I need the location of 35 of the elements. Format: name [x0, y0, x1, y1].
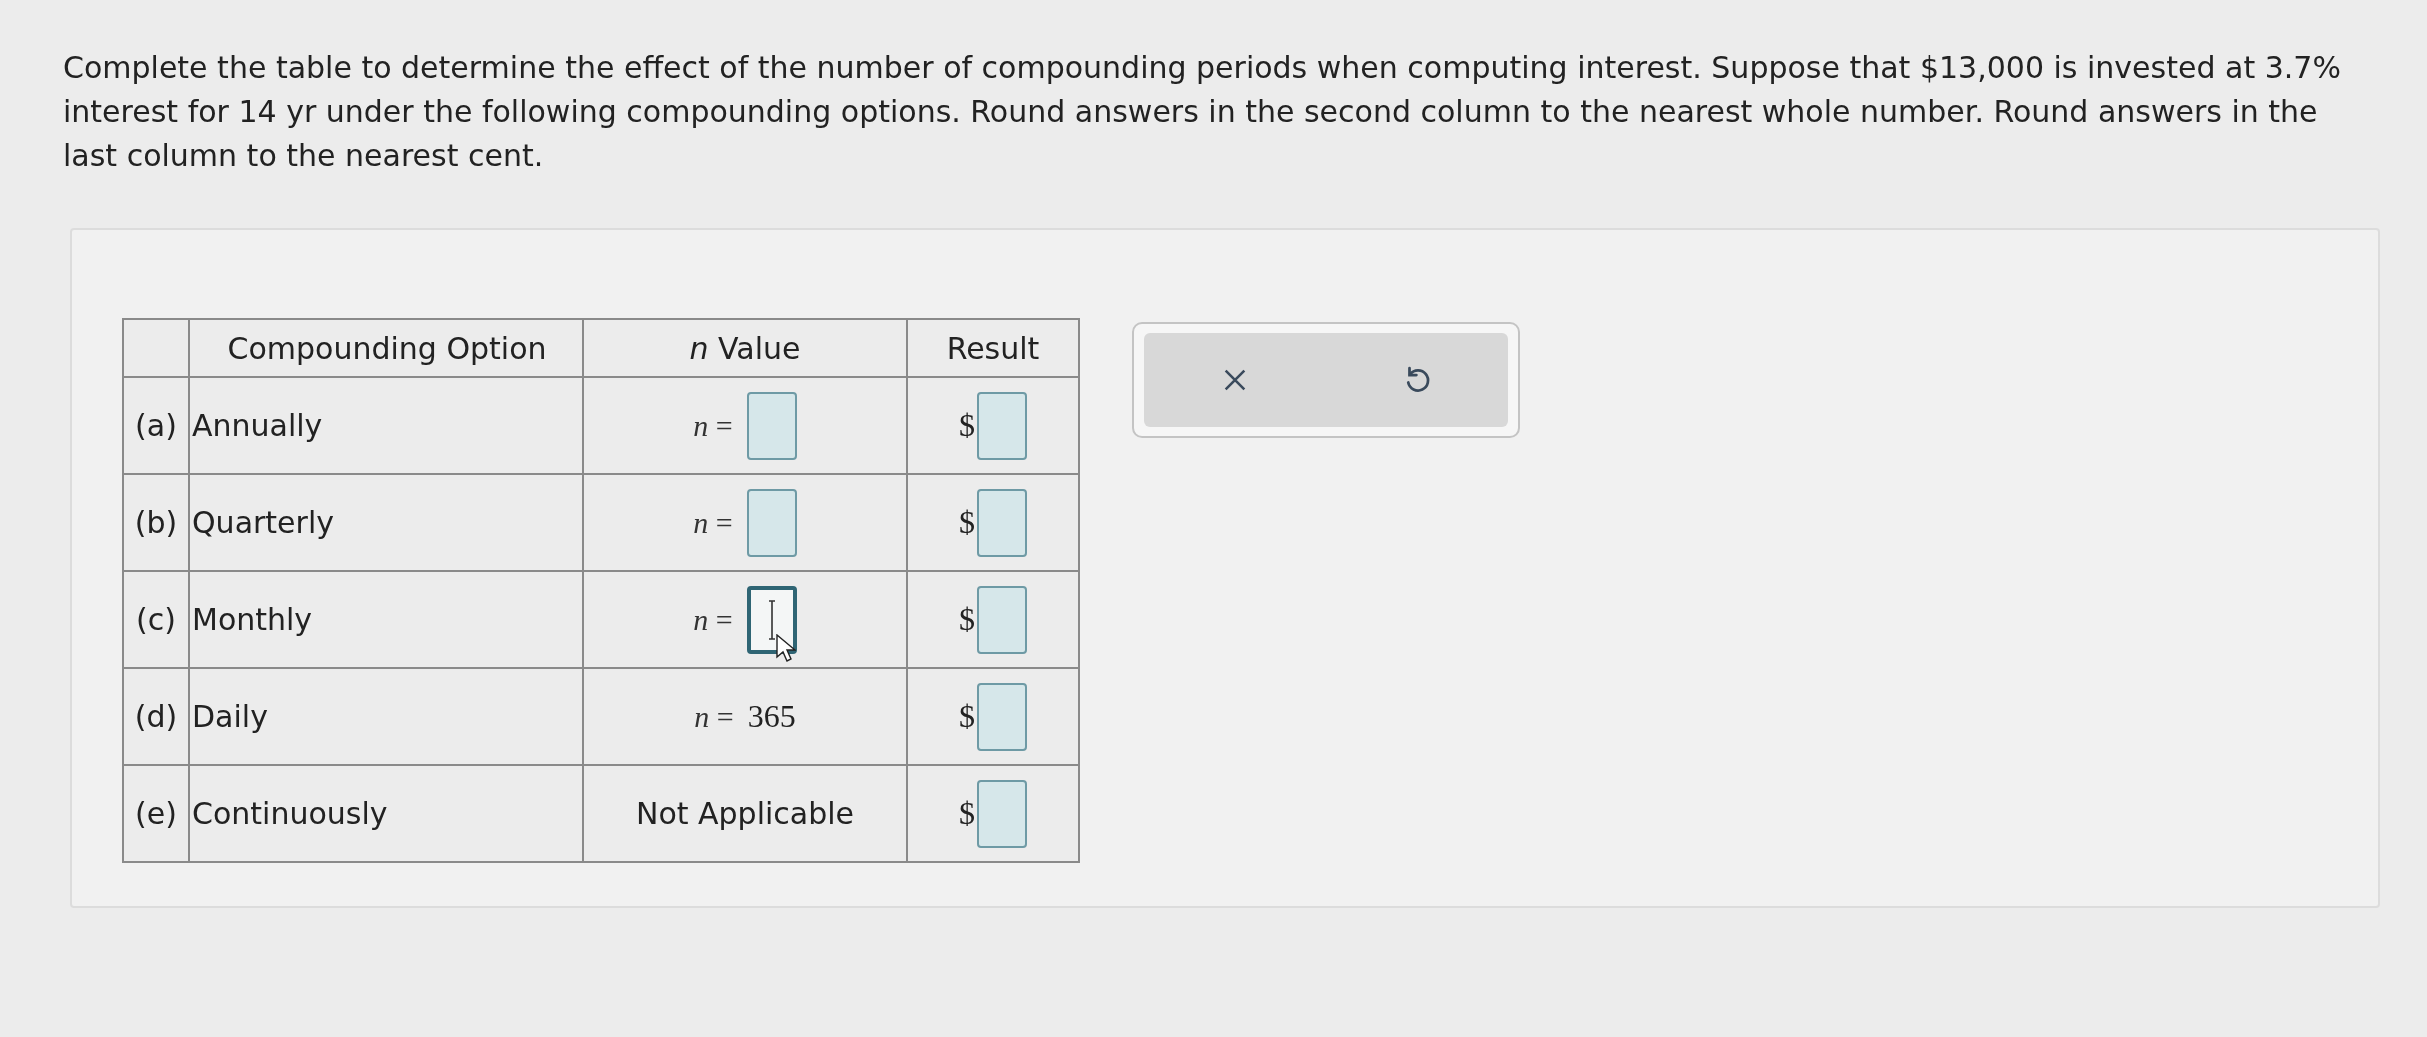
answer-field[interactable] [977, 779, 1027, 848]
answer-field[interactable] [746, 391, 797, 460]
not-applicable-text: Not Applicable [635, 796, 855, 831]
option-cell: Quarterly [189, 474, 583, 571]
column-header: Compounding Option [189, 319, 583, 377]
option-cell: Continuously [189, 765, 583, 862]
dollar-sign: $ [959, 698, 975, 735]
row-letter: (d) [123, 668, 189, 765]
row-letter: (e) [123, 765, 189, 862]
dollar-sign: $ [959, 795, 975, 832]
n-equals: n = [693, 408, 733, 443]
n-equals: n = [693, 602, 733, 637]
table-header-cell [123, 319, 189, 377]
option-cell: Daily [189, 668, 583, 765]
dollar-sign: $ [959, 504, 975, 541]
answer-field[interactable] [977, 682, 1027, 751]
dollar-sign: $ [959, 601, 975, 638]
answer-field[interactable] [977, 585, 1027, 654]
text-cursor-icon [766, 599, 777, 640]
row-letter: (c) [123, 571, 189, 668]
n-equals: n = [693, 505, 733, 540]
column-header: n Value [583, 319, 907, 377]
n-value: 365 [747, 698, 796, 735]
option-cell: Annually [189, 377, 583, 474]
answer-field[interactable] [977, 488, 1027, 557]
column-header: Result [907, 319, 1079, 377]
row-letter: (b) [123, 474, 189, 571]
answer-field[interactable] [977, 391, 1027, 460]
n-equals: n = [694, 699, 734, 734]
option-cell: Monthly [189, 571, 583, 668]
row-letter: (a) [123, 377, 189, 474]
answer-field[interactable] [746, 488, 797, 557]
mouse-pointer-icon [776, 633, 796, 662]
question-text: Complete the table to determine the effect of the number of compounding periods when computing interest. Suppose that $13,000 is invested at 3.7% interest for 14 yr under the following compounding options. Round answers in the second column to the nearest whole number. Round answers in the last column to the nearest cent. [63, 49, 2342, 175]
dollar-sign: $ [959, 407, 975, 444]
